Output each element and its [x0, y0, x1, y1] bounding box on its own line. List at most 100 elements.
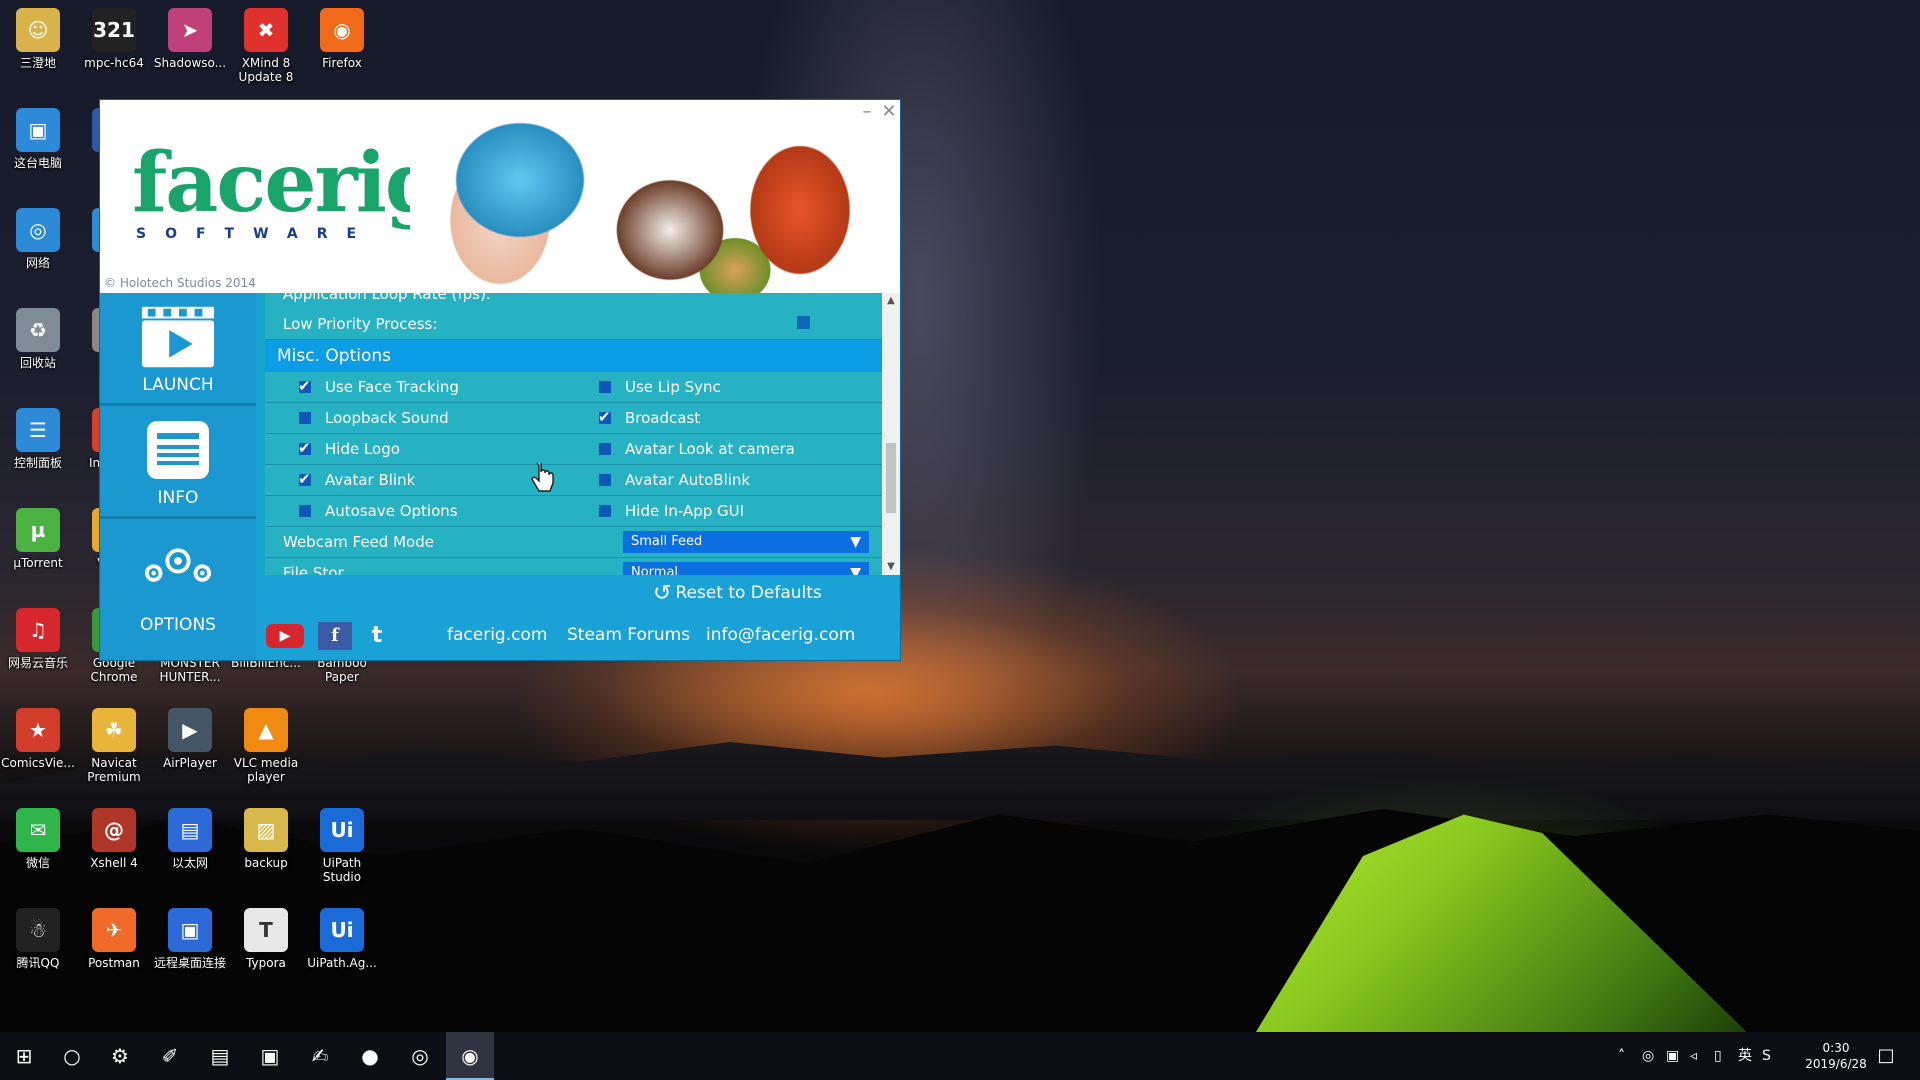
tray-icon[interactable]: ◎ — [1642, 1032, 1654, 1080]
taskbar-app-icon[interactable]: ⚙ — [96, 1032, 144, 1080]
tray-icon[interactable]: ▯ — [1714, 1032, 1722, 1080]
option-checkbox-row[interactable]: Avatar Blink — [298, 465, 415, 495]
desktop-icon-label: Navicat Premium — [87, 756, 141, 784]
desktop-icon[interactable]: ▤ 以太网 — [152, 806, 228, 870]
app-icon: 321 — [92, 8, 136, 52]
option-checkbox-row[interactable]: Loopback Sound — [299, 403, 449, 433]
minimize-button[interactable]: – — [856, 102, 878, 122]
desktop-icon[interactable]: ▨ backup — [228, 806, 304, 870]
taskbar-app-icon[interactable]: ▤ — [196, 1032, 244, 1080]
checkbox-icon[interactable] — [599, 381, 611, 393]
desktop-icon[interactable]: @ Xshell 4 — [76, 806, 152, 870]
webcam-feed-select[interactable]: Small Feed ▼ — [623, 531, 869, 553]
facerig-window: facerig SOFTWARE © Holotech Studios 2014… — [100, 100, 900, 660]
taskbar-app-icon[interactable]: ▣ — [246, 1032, 294, 1080]
desktop-icon[interactable]: ☰ 控制面板 — [0, 406, 76, 470]
taskbar-app-icon[interactable]: ✐ — [146, 1032, 194, 1080]
desktop-icon[interactable]: ◉ Firefox — [304, 6, 380, 70]
desktop-icon[interactable]: ◎ 网络 — [0, 206, 76, 270]
checkbox-icon[interactable] — [299, 412, 311, 424]
misc-options-header[interactable]: Misc. Options — [265, 340, 882, 372]
app-icon: ◎ — [16, 208, 60, 252]
option-checkbox-row[interactable]: Autosave Options — [299, 496, 458, 526]
settings-row-file-storage: File Stor... Normal ▼ — [265, 558, 882, 575]
desktop-icon[interactable]: ♻ 回收站 — [0, 306, 76, 370]
option-checkbox-row[interactable]: Use Lip Sync — [599, 372, 721, 402]
desktop-icon[interactable]: ♫ 网易云音乐 — [0, 606, 76, 670]
tray-icon[interactable]: ◃ — [1690, 1032, 1697, 1080]
desktop-icon[interactable]: ★ ComicsVie... — [0, 706, 76, 770]
email-link[interactable]: info@facerig.com — [706, 625, 855, 645]
windows-start-icon[interactable]: ⊞ — [0, 1032, 48, 1080]
file-storage-select[interactable]: Normal ▼ — [623, 562, 869, 575]
option-checkbox-row[interactable]: Use Face Tracking — [298, 372, 459, 402]
notification-icon[interactable]: □ — [1862, 1032, 1910, 1080]
twitter-icon[interactable]: t — [360, 622, 394, 650]
desktop-icon[interactable]: ▶ AirPlayer — [152, 706, 228, 770]
misc-options-title: Misc. Options — [277, 346, 391, 366]
taskbar-app-icon[interactable]: ◉ — [446, 1032, 494, 1080]
desktop-icon[interactable]: ✈ Postman — [76, 906, 152, 970]
desktop-icon-label: VLC media player — [233, 756, 299, 784]
app-icon: ☰ — [16, 408, 60, 452]
desktop-icon[interactable]: Ui UiPath Studio — [304, 806, 380, 884]
checkbox-icon[interactable] — [599, 443, 611, 455]
desktop-icon[interactable]: T Typora — [228, 906, 304, 970]
launch-button[interactable]: LAUNCH — [100, 293, 256, 406]
info-button[interactable]: INFO — [100, 406, 256, 519]
option-checkbox-row[interactable]: Avatar Look at camera — [599, 434, 795, 464]
tray-icon[interactable]: 英 — [1738, 1032, 1752, 1080]
low-priority-checkbox[interactable] — [797, 316, 810, 329]
options-label: OPTIONS — [140, 615, 216, 635]
steam-forums-link[interactable]: Steam Forums — [567, 625, 690, 645]
checked-checkbox-icon[interactable] — [598, 403, 611, 431]
checked-checkbox-icon[interactable] — [298, 465, 311, 493]
tray-icon[interactable]: ˄ — [1618, 1032, 1625, 1080]
desktop-icon[interactable]: ✖ XMind 8 Update 8 — [228, 6, 304, 84]
taskbar-app-icon[interactable]: ● — [346, 1032, 394, 1080]
tray-icon[interactable]: ▣ — [1666, 1032, 1679, 1080]
app-icon: ▣ — [168, 908, 212, 952]
taskbar-app-icon[interactable]: ✍ — [296, 1032, 344, 1080]
desktop-icon[interactable]: ☺ 三澄地 — [0, 6, 76, 70]
option-label: Avatar AutoBlink — [625, 471, 751, 489]
desktop-icon[interactable]: µ µTorrent — [0, 506, 76, 570]
options-button[interactable]: OPTIONS — [100, 519, 256, 660]
desktop-icon[interactable]: ▣ 这台电脑 — [0, 106, 76, 170]
option-checkbox-row[interactable]: Avatar AutoBlink — [599, 465, 750, 495]
checkbox-icon[interactable] — [299, 505, 311, 517]
tray-icon[interactable]: S — [1762, 1032, 1771, 1080]
facebook-icon[interactable]: f — [318, 622, 352, 650]
option-checkbox-row[interactable]: Broadcast — [598, 403, 700, 433]
scroll-up-icon[interactable]: ▲ — [882, 293, 900, 309]
option-checkbox-row[interactable]: Hide Logo — [298, 434, 400, 464]
reset-defaults-button[interactable]: ↺ Reset to Defaults — [653, 578, 822, 608]
option-checkbox-row[interactable]: Hide In-App GUI — [599, 496, 744, 526]
youtube-icon[interactable]: ▶ — [266, 624, 304, 648]
options-scrollbar[interactable]: ▲ ▼ — [882, 293, 900, 575]
checked-checkbox-icon[interactable] — [298, 434, 311, 462]
checked-checkbox-icon[interactable] — [298, 372, 311, 400]
close-button[interactable]: ✕ — [878, 102, 900, 122]
clapperboard-icon — [140, 306, 216, 368]
desktop-icon[interactable]: ☃ 腾讯QQ — [0, 906, 76, 970]
settings-row-low-priority: Low Priority Process: — [265, 309, 882, 340]
desktop-icon[interactable]: ▲ VLC media player — [228, 706, 304, 784]
scroll-down-icon[interactable]: ▼ — [882, 559, 900, 575]
facerig-website-link[interactable]: facerig.com — [447, 625, 547, 645]
desktop-icon[interactable]: 321 mpc-hc64 — [76, 6, 152, 70]
checkbox-icon[interactable] — [599, 505, 611, 517]
app-icon: T — [244, 908, 288, 952]
desktop-icon[interactable]: ✉ 微信 — [0, 806, 76, 870]
low-priority-label: Low Priority Process: — [283, 315, 438, 333]
taskbar-app-icon[interactable]: ◎ — [396, 1032, 444, 1080]
desktop-icon[interactable]: ▣ 远程桌面连接 — [152, 906, 228, 970]
checkbox-icon[interactable] — [599, 474, 611, 486]
taskbar: ⊞ ○ ⚙ ✐ ▤ ▣ ✍ ● ◎ ◉ ˄ ◎ ▣ ◃ ▯ 英 S 0:30 2019/6/28 □ — [0, 1032, 1920, 1080]
scroll-thumb[interactable] — [886, 443, 896, 513]
desktop-icon[interactable]: ☘ Navicat Premium — [76, 706, 152, 784]
app-icon: @ — [92, 808, 136, 852]
desktop-icon[interactable]: Ui UiPath.Ag... — [304, 906, 380, 970]
search-icon[interactable]: ○ — [48, 1032, 96, 1080]
desktop-icon[interactable]: ➤ Shadowso... — [152, 6, 228, 70]
